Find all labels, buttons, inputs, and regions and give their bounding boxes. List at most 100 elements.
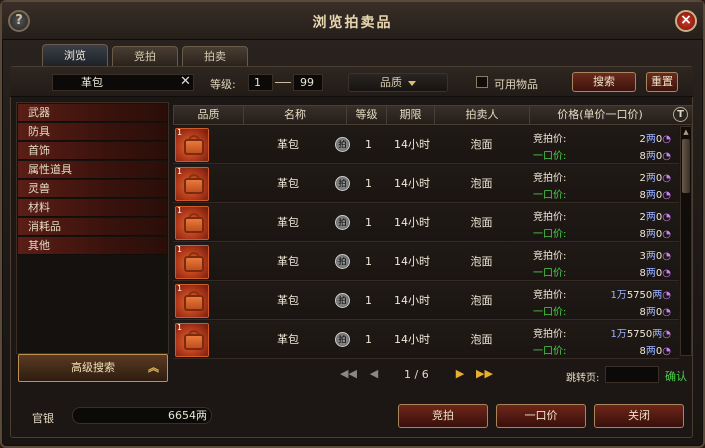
bid-price-label: 竞拍价: (533, 173, 567, 184)
leather-bag-item-icon[interactable]: 1 (175, 167, 209, 201)
auction-bid-icon: 拍 (335, 293, 350, 308)
tab-browse[interactable]: 浏览 (42, 44, 108, 66)
col-level[interactable]: 等级 (347, 106, 387, 124)
title-bar[interactable]: ? 浏览拍卖品 × (2, 2, 703, 40)
advanced-search-button[interactable]: 高级搜索 ︽ (18, 354, 168, 382)
buyout-price-unit: 两 (645, 268, 656, 279)
col-quality[interactable]: 品质 (174, 106, 244, 124)
buyout-price-label: 一口价: (533, 229, 567, 240)
item-count: 1 (177, 206, 183, 215)
first-page-icon[interactable]: ◀◀ (340, 368, 357, 380)
leather-bag-item-icon[interactable]: 1 (175, 206, 209, 240)
category-attribute-items[interactable]: 属性道具 (18, 161, 167, 179)
buyout-price-unit: 两 (645, 151, 656, 162)
category-jewelry[interactable]: 首饰 (18, 142, 167, 160)
buyout-button[interactable]: 一口价 (496, 404, 586, 428)
bid-price-value: 2两0◔ (640, 130, 671, 145)
table-row[interactable]: 1 革包 拍 1 14小时 泡面 竞拍价: 一口价: 2两0◔ 8两0◔ (173, 126, 679, 164)
currency-icon: ◔ (662, 346, 671, 357)
double-chevron-up-icon: ︽ (148, 361, 159, 374)
category-armor[interactable]: 防具 (18, 123, 167, 141)
buyout-price-value: 8两0◔ (640, 147, 671, 162)
table-row[interactable]: 1 革包 拍 1 14小时 泡面 竞拍价: 一口价: 3两0◔ 8两0◔ (173, 243, 679, 281)
bid-price-label: 竞拍价: (533, 251, 567, 262)
quality-dropdown[interactable]: 品质 (348, 73, 448, 92)
table-header: 品质 名称 等级 期限 拍卖人 价格(单价一口价) T (173, 105, 693, 125)
reset-button[interactable]: 重置 (646, 72, 678, 92)
buyout-price-label: 一口价: (533, 307, 567, 318)
bid-price-prefix: 1万 (610, 290, 627, 301)
item-level: 1 (365, 138, 372, 151)
currency-icon: ◔ (662, 151, 671, 162)
buyout-price-label: 一口价: (533, 268, 567, 279)
bid-price-unit: 两 (652, 329, 663, 340)
search-button[interactable]: 搜索 (572, 72, 636, 92)
leather-bag-item-icon[interactable]: 1 (175, 245, 209, 279)
category-consumables[interactable]: 消耗品 (18, 218, 167, 236)
bid-price-value: 2两0◔ (640, 208, 671, 223)
scroll-thumb[interactable] (682, 139, 690, 193)
category-weapons[interactable]: 武器 (18, 104, 167, 122)
next-page-icon[interactable]: ▶ (452, 368, 468, 380)
jump-page-label: 跳转页: (566, 373, 600, 384)
close-icon[interactable]: × (675, 10, 697, 32)
close-button[interactable]: 关闭 (594, 404, 684, 428)
currency-icon: ◔ (662, 229, 671, 240)
col-duration[interactable]: 期限 (387, 106, 435, 124)
leather-bag-item-icon[interactable]: 1 (175, 323, 209, 357)
buyout-price-unit: 两 (645, 229, 656, 240)
currency-icon: ◔ (662, 190, 671, 201)
item-count: 1 (177, 284, 183, 293)
info-icon[interactable]: T (673, 107, 688, 122)
col-seller[interactable]: 拍卖人 (435, 106, 530, 124)
auction-bid-icon: 拍 (335, 137, 350, 152)
item-duration: 14小时 (394, 294, 430, 307)
category-other[interactable]: 其他 (18, 237, 167, 255)
currency-icon: ◔ (662, 212, 671, 223)
bid-button[interactable]: 竞拍 (398, 404, 488, 428)
level-range-dash (275, 82, 291, 83)
item-name: 革包 (277, 177, 299, 190)
last-page-icon[interactable]: ▶▶ (476, 368, 493, 380)
buyout-price-label: 一口价: (533, 190, 567, 201)
usable-items-checkbox[interactable] (476, 76, 488, 88)
category-pets[interactable]: 灵兽 (18, 180, 167, 198)
buyout-price-value: 8两0◔ (640, 342, 671, 357)
scrollbar[interactable]: ▲ (680, 126, 692, 356)
leather-bag-item-icon[interactable]: 1 (175, 128, 209, 162)
bid-price-unit: 两 (645, 212, 656, 223)
item-level: 1 (365, 177, 372, 190)
table-row[interactable]: 1 革包 拍 1 14小时 泡面 竞拍价: 一口价: 2两0◔ 8两0◔ (173, 204, 679, 242)
confirm-jump-button[interactable]: 确认 (665, 368, 687, 384)
search-input[interactable]: 革包 (52, 74, 194, 91)
col-price[interactable]: 价格(单价一口价) (530, 106, 670, 124)
quality-dropdown-label: 品质 (380, 76, 402, 89)
tab-bidding[interactable]: 竞拍 (112, 46, 178, 66)
category-materials[interactable]: 材料 (18, 199, 167, 217)
jump-page-input[interactable] (605, 366, 659, 383)
table-row[interactable]: 1 革包拍 1 14小时 泡面 竞拍价: 一口价: 1万5750两◔ 8两0◔ (173, 282, 679, 320)
silver-balance: 6654两 (72, 407, 212, 424)
auction-bid-icon: 拍 (335, 254, 350, 269)
table-row[interactable]: 1 革包拍 1 14小时 泡面 竞拍价: 一口价: 1万5750两◔ 8两0◔ (173, 321, 679, 359)
level-max-input[interactable]: 99 (293, 74, 323, 91)
tab-sell[interactable]: 拍卖 (182, 46, 248, 66)
bid-price-label: 竞拍价: (533, 134, 567, 145)
table-row[interactable]: 1 革包 拍 1 14小时 泡面 竞拍价: 一口价: 2两0◔ 8两0◔ (173, 165, 679, 203)
bag-body (184, 178, 204, 194)
currency-icon: ◔ (662, 329, 671, 340)
col-name[interactable]: 名称 (244, 106, 347, 124)
leather-bag-item-icon[interactable]: 1 (175, 284, 209, 318)
auction-bid-icon: 拍 (335, 176, 350, 191)
tab-bar: 浏览 竞拍 拍卖 (42, 44, 248, 66)
advanced-search-label: 高级搜索 (71, 361, 115, 374)
bid-price-unit: 两 (645, 251, 656, 262)
bid-price-prefix: 1万 (610, 329, 627, 340)
level-min-input[interactable]: 1 (248, 74, 273, 91)
prev-page-icon[interactable]: ◀ (366, 368, 382, 380)
currency-icon: ◔ (662, 251, 671, 262)
clear-icon[interactable]: ✕ (180, 74, 192, 91)
currency-icon: ◔ (662, 307, 671, 318)
scroll-up-icon[interactable]: ▲ (682, 128, 690, 136)
bid-price-value: 1万5750两◔ (610, 325, 671, 340)
